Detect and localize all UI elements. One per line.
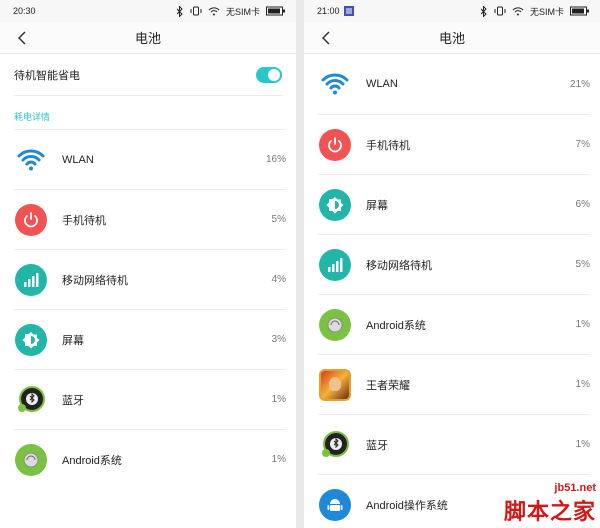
list-item[interactable]: WLAN 16% [14, 129, 286, 189]
item-percent: 1% [271, 454, 286, 465]
list-item[interactable]: 移动网络待机 4% [14, 249, 286, 309]
list-item[interactable]: 蓝牙 1% [14, 369, 286, 429]
list-item[interactable]: 蓝牙 1% [318, 414, 590, 474]
power-icon [14, 203, 48, 237]
battery-screen-right: 21:00 无SIM卡 电池 WLAN 21% 手机待机 7% 屏幕 6% 移动… [304, 0, 600, 528]
item-percent: 7% [575, 139, 590, 150]
item-percent: 6% [575, 199, 590, 210]
item-percent: 4% [271, 274, 286, 285]
item-name: Android系统 [62, 454, 122, 467]
item-name: 移动网络待机 [366, 259, 432, 272]
section-heading: 耗电详情 [14, 112, 51, 122]
wifi-status-icon [512, 6, 524, 16]
usage-list: WLAN 16% 手机待机 5% 移动网络待机 4% 屏幕 3% 蓝牙 1% A… [0, 129, 296, 489]
standby-saver-switch[interactable] [256, 66, 282, 83]
brightness-icon [318, 188, 352, 222]
vibrate-status-icon [190, 6, 202, 16]
item-name: 蓝牙 [62, 394, 84, 407]
list-item[interactable]: 王者荣耀 1% [318, 354, 590, 414]
back-button[interactable] [316, 28, 336, 48]
standby-saver-label: 待机智能省电 [14, 69, 80, 82]
list-item[interactable]: 手机待机 5% [14, 189, 286, 249]
battery-status-icon [266, 6, 286, 16]
page-title: 电池 [438, 31, 465, 46]
list-item[interactable]: 手机待机 7% [318, 114, 590, 174]
item-name: 蓝牙 [366, 439, 388, 452]
wifi-icon [318, 67, 352, 101]
item-name: 移动网络待机 [62, 274, 128, 287]
bluetooth-status-icon [176, 5, 184, 17]
item-name: WLAN [366, 78, 398, 90]
game-icon [318, 368, 352, 402]
item-percent: 21% [569, 78, 590, 90]
item-percent: 5% [575, 259, 590, 270]
app-header: 电池 [0, 22, 296, 54]
android-system-icon [14, 443, 48, 477]
wifi-status-icon [208, 6, 220, 16]
signal-icon [14, 263, 48, 297]
brightness-icon [14, 323, 48, 357]
sim-status: 无SIM卡 [225, 6, 260, 17]
item-name: 手机待机 [366, 139, 410, 152]
item-name: WLAN [62, 153, 94, 166]
item-percent: 3% [271, 334, 286, 345]
bluetooth-icon [318, 428, 352, 462]
status-bar: 21:00 无SIM卡 [304, 0, 600, 22]
wifi-icon [14, 143, 48, 177]
android-system-icon [318, 308, 352, 342]
list-item[interactable]: Android系统 1% [14, 429, 286, 489]
status-bar: 20:30 无SIM卡 [0, 0, 296, 22]
item-name: 王者荣耀 [366, 379, 410, 392]
sim-status: 无SIM卡 [529, 6, 564, 17]
item-name: 屏幕 [366, 199, 388, 212]
vibrate-status-icon [494, 6, 506, 16]
bluetooth-icon [14, 383, 48, 417]
status-time: 21:00 [317, 6, 340, 16]
list-item[interactable]: 移动网络待机 5% [318, 234, 590, 294]
android-os-icon [318, 488, 352, 522]
site-watermark: jb51.net 脚本之家 [504, 482, 596, 526]
power-icon [318, 128, 352, 162]
list-item[interactable]: 屏幕 3% [14, 309, 286, 369]
page-title: 电池 [134, 31, 161, 46]
app-header: 电池 [304, 22, 600, 54]
item-name: 手机待机 [62, 214, 106, 227]
signal-icon [318, 248, 352, 282]
battery-screen-left: 20:30 无SIM卡 电池 待机智能省电 耗电详情 WLAN 16% 手机待机… [0, 0, 296, 528]
list-item[interactable]: WLAN 21% [318, 54, 590, 114]
bluetooth-status-icon [480, 5, 488, 17]
switch-knob [268, 68, 280, 81]
status-time: 20:30 [13, 6, 36, 16]
battery-status-icon [570, 6, 590, 16]
chevron-left-icon [17, 31, 26, 45]
screenshot-notification-icon [343, 6, 354, 16]
list-item[interactable]: 屏幕 6% [318, 174, 590, 234]
item-percent: 1% [575, 379, 590, 390]
watermark-text: 脚本之家 [503, 499, 596, 524]
list-item[interactable]: Android系统 1% [318, 294, 590, 354]
usage-list: WLAN 21% 手机待机 7% 屏幕 6% 移动网络待机 5% Android… [304, 54, 600, 528]
item-name: 屏幕 [62, 334, 84, 347]
item-percent: 1% [575, 319, 590, 330]
item-name: Android系统 [366, 319, 426, 332]
watermark-site: jb51.net [554, 482, 596, 494]
item-percent: 1% [575, 439, 590, 450]
item-percent: 5% [271, 214, 286, 225]
standby-saver-row[interactable]: 待机智能省电 [14, 54, 282, 96]
back-button[interactable] [12, 28, 32, 48]
chevron-left-icon [321, 31, 330, 45]
item-percent: 1% [271, 394, 286, 405]
item-percent: 16% [265, 154, 286, 165]
